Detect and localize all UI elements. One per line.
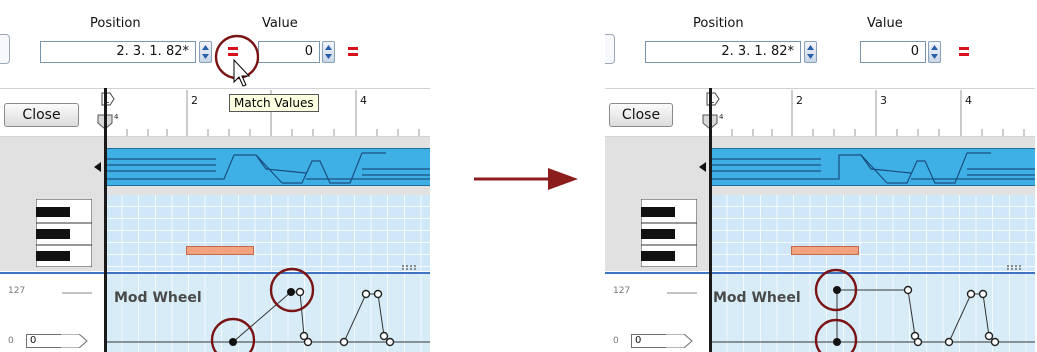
position-spin-icon[interactable]	[199, 41, 212, 63]
locator-flag-icon[interactable]: L 4	[96, 91, 122, 133]
collapse-arrow-icon[interactable]	[699, 162, 707, 172]
value-label: Value	[262, 16, 298, 31]
value-field[interactable]: 0	[258, 41, 320, 63]
overview-lane[interactable]	[605, 137, 1035, 195]
mouse-cursor-icon	[233, 58, 251, 87]
controller-min-label: 0	[8, 336, 14, 346]
overview-strip	[711, 148, 1035, 186]
resize-grip-icon[interactable]	[402, 265, 420, 270]
controller-grid[interactable]: Mod Wheel	[711, 274, 1035, 352]
overview-lane[interactable]	[0, 137, 430, 195]
left-edge-control[interactable]	[0, 34, 10, 64]
close-button[interactable]: Close	[609, 103, 673, 127]
value-spin-icon[interactable]	[928, 41, 941, 63]
value-field[interactable]: 0	[860, 41, 926, 63]
overview-strip	[106, 148, 430, 186]
controller-lane[interactable]: 127 0 0 Mod Wheel	[0, 272, 430, 352]
editor-panel-before: Position Value 2. 3. 1. 82* 0 2 3	[0, 0, 430, 352]
note-grid[interactable]	[106, 195, 430, 271]
midi-note[interactable]	[186, 246, 254, 255]
controller-grid[interactable]: Mod Wheel	[106, 274, 430, 352]
keyboard-icon	[641, 199, 697, 267]
playhead[interactable]	[709, 88, 712, 352]
piano-roll[interactable]	[0, 195, 430, 271]
controller-lane-field[interactable]: 0	[26, 334, 62, 348]
bar-number-4: 4	[360, 94, 367, 107]
keyboard-icon	[36, 199, 92, 267]
position-field[interactable]: 2. 3. 1. 82*	[645, 41, 801, 63]
position-label: Position	[693, 16, 744, 31]
position-spin-icon[interactable]	[804, 41, 817, 63]
svg-text:4: 4	[114, 113, 119, 121]
bar-number-2: 2	[796, 94, 803, 107]
match-values-icon[interactable]	[958, 46, 970, 58]
controller-max-label: 127	[613, 286, 631, 296]
match-values-tooltip: Match Values	[229, 94, 319, 112]
position-field[interactable]: 2. 3. 1. 82*	[40, 41, 196, 63]
editor-panel-after: Position Value 2. 3. 1. 82* 0 2 3 4 4 Cl…	[605, 0, 1035, 352]
piano-roll[interactable]	[605, 195, 1035, 271]
note-grid[interactable]	[711, 195, 1035, 271]
close-button[interactable]: Close	[4, 103, 79, 127]
right-arrow-icon	[474, 168, 578, 190]
bar-number-4: 4	[965, 94, 972, 107]
value-spin-icon[interactable]	[322, 41, 335, 63]
resize-grip-icon[interactable]	[1007, 265, 1025, 270]
controller-max-label: 127	[8, 286, 26, 296]
controller-min-label: 0	[613, 336, 619, 346]
left-edge-control[interactable]	[605, 34, 615, 64]
locator-flag-icon[interactable]: L 4	[701, 91, 727, 133]
controller-lane-field[interactable]: 0	[631, 334, 667, 348]
controller-lane[interactable]: 127 0 0 Mod Wheel	[605, 272, 1035, 352]
collapse-arrow-icon[interactable]	[94, 162, 102, 172]
bar-number-2: 2	[191, 94, 198, 107]
value-label: Value	[867, 16, 903, 31]
playhead[interactable]	[104, 88, 107, 352]
position-label: Position	[90, 16, 141, 31]
midi-note[interactable]	[791, 246, 859, 255]
match-values-icon-right[interactable]	[347, 46, 359, 58]
match-values-icon[interactable]	[227, 46, 239, 58]
svg-text:4: 4	[719, 113, 724, 121]
bar-number-3: 3	[880, 94, 887, 107]
